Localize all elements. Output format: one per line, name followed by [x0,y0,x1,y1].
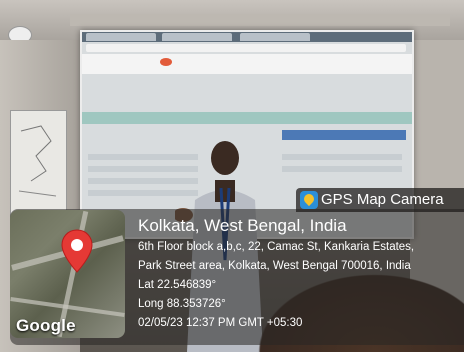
projected-address-bar [86,44,406,52]
classroom-photo: Google GPS Map Camera Kolkata, West Beng… [0,0,464,352]
map-attribution: Google [16,316,76,335]
projected-row [282,154,402,160]
app-name: GPS Map Camera [321,191,444,208]
address-line-2: Park Street area, Kolkata, West Bengal 7… [138,260,411,272]
projected-row [282,166,402,172]
longitude: Long 88.353726° [138,298,226,310]
location-pin-icon [61,229,93,273]
timestamp: 02/05/23 12:37 PM GMT +05:30 [138,317,303,329]
latitude: Lat 22.546839° [138,279,217,291]
address-line-1: 6th Floor block a,b,c, 22, Camac St, Kan… [138,241,415,253]
ceiling-beam [70,14,450,26]
gps-map-camera-icon [300,191,318,209]
projected-tab [86,33,156,41]
projected-button [282,130,406,140]
projected-page-header [82,54,412,74]
location-title: Kolkata, West Bengal, India [138,216,347,235]
projected-tab [162,33,232,41]
projected-tab [240,33,310,41]
projected-logo [160,58,172,66]
projected-band [82,112,412,124]
